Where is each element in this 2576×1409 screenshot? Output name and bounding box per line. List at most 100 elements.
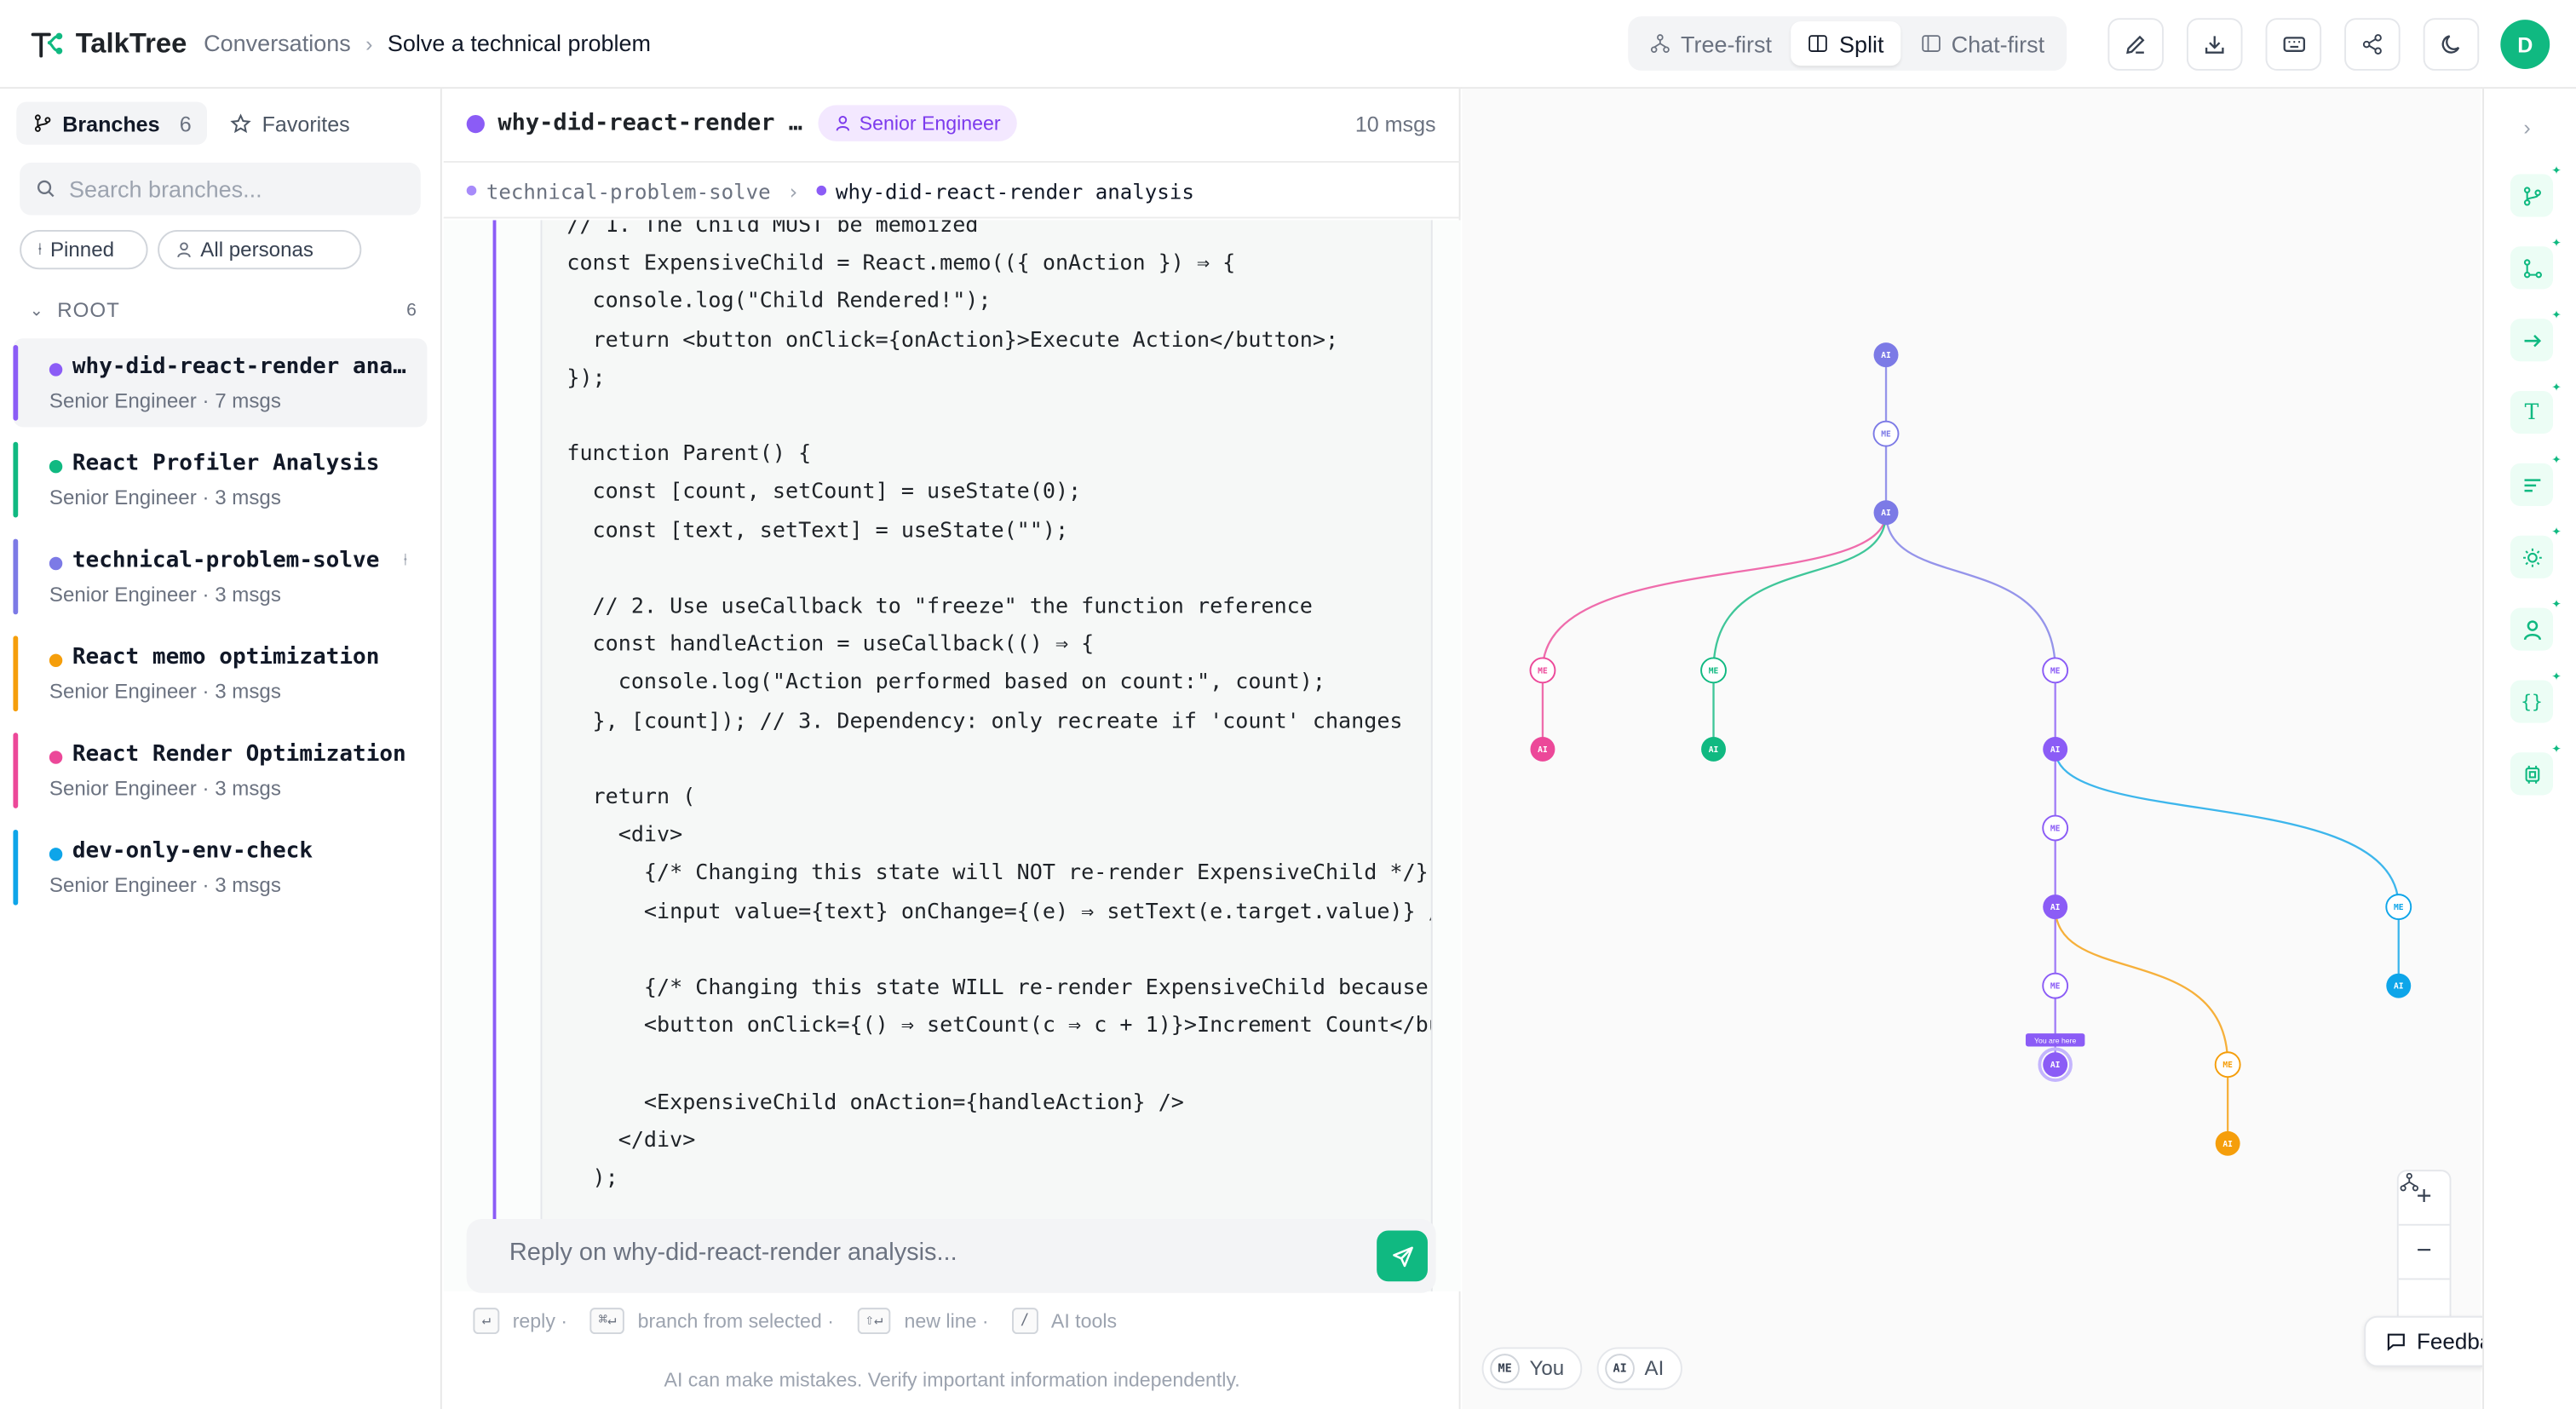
edit-button[interactable] [2107, 18, 2164, 71]
node-label: ME [1881, 430, 1891, 440]
me-node[interactable]: ME [2042, 657, 2069, 684]
code-tool-button[interactable]: {} ✦ [2510, 672, 2562, 723]
branch-item[interactable]: dev-only-env-check Senior Engineer · 3 m… [13, 823, 427, 912]
chat-title: why-did-react-render analysis [497, 110, 809, 137]
view-tree-first[interactable]: Tree-first [1633, 21, 1788, 66]
node-label: AI [2050, 903, 2061, 912]
message-count: 10 msgs [1354, 112, 1436, 137]
continue-tool-button[interactable]: ✦ [2510, 311, 2562, 362]
moon-icon [2441, 35, 2460, 54]
ai-node[interactable]: AI [2043, 894, 2068, 920]
send-button[interactable] [1377, 1230, 1428, 1282]
branch-item[interactable]: React Render Optimization Senior Enginee… [13, 726, 427, 814]
branch-tool-button[interactable]: ✦ [2510, 166, 2562, 217]
branch-item[interactable]: React Profiler Analysis Senior Engineer … [13, 435, 427, 524]
share-button[interactable] [2344, 18, 2401, 71]
tab-branches[interactable]: Branches 6 [16, 101, 208, 145]
ai-node[interactable]: AI [2043, 736, 2068, 762]
node-label: AI [1881, 351, 1891, 360]
align-icon [2523, 478, 2540, 492]
view-split-label: Split [1839, 30, 1884, 57]
filter-personas-label: All personas [200, 238, 313, 262]
branch-thread-line [492, 220, 497, 1291]
code-block[interactable]: // 1. The Child MUST be memoized const E… [540, 220, 1433, 1291]
branch-msgs: 7 msgs [215, 389, 281, 413]
summarize-tool-button[interactable]: ✦ [2510, 455, 2562, 507]
me-node[interactable]: ME [1700, 657, 1727, 684]
me-node[interactable]: ME [1872, 420, 1900, 447]
arrow-right-icon [2523, 334, 2541, 347]
legend-label: AI [1644, 1357, 1665, 1381]
me-node[interactable]: ME [2042, 972, 2069, 999]
keyboard-button[interactable] [2265, 18, 2322, 71]
theme-toggle-button[interactable] [2423, 18, 2480, 71]
branch-color-bar [13, 345, 19, 421]
pin-icon[interactable]: ⍿ [403, 552, 407, 570]
filter-personas[interactable]: All personas [158, 230, 362, 270]
branch-color-bar [13, 733, 19, 808]
app-logo[interactable]: TalkTree [30, 26, 187, 62]
branch-msgs: 3 msgs [215, 680, 281, 704]
merge-tool-button[interactable]: ✦ [2510, 239, 2562, 290]
branch-path-dot [815, 185, 826, 196]
hint-key: / [1011, 1308, 1038, 1335]
tree-icon [1650, 34, 1670, 54]
tree-edge [1712, 512, 1888, 670]
brightness-tool-button[interactable]: ✦ [2510, 527, 2562, 578]
send-icon [1392, 1245, 1412, 1267]
ai-node[interactable]: AI [2038, 1047, 2073, 1082]
view-chat-first[interactable]: Chat-first [1904, 21, 2061, 66]
me-node[interactable]: ME [1529, 657, 1556, 684]
model-tool-button[interactable]: ✦ [2510, 745, 2562, 796]
brightness-icon [2522, 547, 2541, 566]
conversation-tree[interactable]: You are here AI ME AI ME AI ME AI ME AI ME AI ME AI ME… [1462, 89, 2481, 1409]
branch-item[interactable]: technical-problem-solve ⍿ Senior Enginee… [13, 532, 427, 621]
root-group-header[interactable]: ⌄ ROOT 6 [30, 299, 417, 322]
persona-tool-button[interactable]: ✦ [2510, 600, 2562, 651]
message-thread[interactable]: // 1. The Child MUST be memoized const E… [443, 220, 1461, 1291]
logo-icon [31, 32, 63, 58]
text-tool-button[interactable]: T ✦ [2510, 382, 2562, 434]
branch-item[interactable]: React memo optimization Senior Engineer … [13, 630, 427, 718]
breadcrumb-conversations[interactable]: Conversations [204, 30, 351, 56]
branch-path-item[interactable]: technical-problem-solve [466, 178, 771, 203]
branch-dot [49, 848, 63, 861]
sidebar-tabs: Branches 6 Favorites [16, 101, 366, 145]
branch-meta: Senior Engineer · 3 msgs [49, 583, 281, 607]
ai-node[interactable]: AI [1701, 736, 1726, 762]
branch-name: React Profiler Analysis [72, 450, 380, 477]
hint-label: reply · [512, 1309, 568, 1333]
me-node[interactable]: ME [2042, 814, 2069, 842]
node-label: ME [2394, 903, 2404, 912]
ai-node[interactable]: AI [2386, 973, 2412, 998]
me-node[interactable]: ME [2214, 1051, 2241, 1078]
reply-input[interactable] [509, 1239, 1364, 1267]
avatar[interactable]: D [2500, 20, 2550, 70]
filter-pinned[interactable]: ⍿ Pinned [20, 230, 148, 270]
tab-favorites[interactable]: Favorites [215, 102, 366, 145]
tab-branches-count: 6 [179, 111, 192, 136]
collapse-icon[interactable]: › [2523, 115, 2530, 140]
branch-search [20, 162, 421, 216]
ai-node[interactable]: AI [1530, 736, 1555, 762]
ai-node[interactable]: AI [2215, 1130, 2240, 1156]
download-button[interactable] [2186, 18, 2243, 71]
persona-badge[interactable]: Senior Engineer [818, 105, 1017, 141]
view-split[interactable]: Split [1791, 21, 1900, 66]
merge-icon [2522, 258, 2542, 278]
user-icon [836, 115, 850, 131]
ai-node[interactable]: AI [1873, 500, 1899, 526]
branch-meta: Senior Engineer · 3 msgs [49, 874, 281, 898]
top-bar: TalkTree Conversations › Solve a technic… [0, 0, 2576, 89]
node-label: AI [1881, 509, 1891, 518]
ai-node[interactable]: AI [1873, 342, 1899, 368]
search-input[interactable] [69, 175, 398, 203]
branch-meta: Senior Engineer · 3 msgs [49, 680, 281, 704]
branch-item[interactable]: why-did-react-render analysis Senior Eng… [13, 338, 428, 428]
branch-path-item[interactable]: why-did-react-render analysis [815, 178, 1194, 203]
branch-persona: Senior Engineer [49, 486, 197, 509]
tree-graph-panel[interactable]: You are here AI ME AI ME AI ME AI ME AI ME AI ME AI ME… [1462, 89, 2481, 1409]
branch-dot [49, 653, 63, 668]
zoom-out-icon[interactable]: − [2398, 1226, 2450, 1280]
me-node[interactable]: ME [2385, 894, 2412, 921]
